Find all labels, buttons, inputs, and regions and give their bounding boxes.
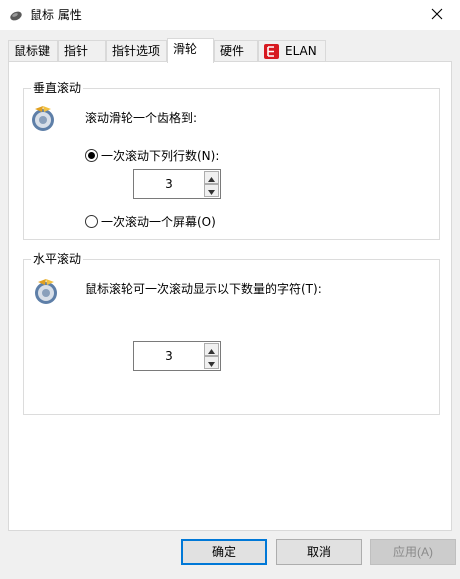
tab-pointer-options[interactable]: 指针选项 (106, 40, 167, 62)
lines-spinner-value[interactable]: 3 (134, 170, 204, 198)
mouse-icon (8, 7, 24, 23)
chars-spinner-value[interactable]: 3 (134, 342, 204, 370)
apply-button[interactable]: 应用(A) (370, 539, 456, 565)
tab-label: 鼠标键 (14, 44, 51, 58)
tab-strip: 鼠标键 指针 指针选项 滑轮 硬件 ELAN (8, 38, 452, 63)
tab-label: 指针 (64, 44, 89, 58)
close-icon (431, 8, 443, 23)
vertical-scroll-description: 滚动滑轮一个齿格到: (85, 111, 198, 125)
tab-label: 滑轮 (173, 42, 198, 56)
caret-up-icon (208, 171, 215, 185)
chars-spin-up-button[interactable] (204, 343, 219, 356)
tab-label: 指针选项 (112, 44, 161, 58)
tab-elan[interactable]: ELAN (258, 40, 326, 62)
tab-wheel[interactable]: 滑轮 (167, 38, 214, 63)
close-button[interactable] (414, 0, 460, 30)
scroll-wheel-icon (33, 278, 59, 306)
wheel-tab-panel: 垂直滚动 滚动滑轮一个齿格到: 一次滚动下列行数(N): 3 一次滚动一个屏幕(… (8, 61, 452, 531)
ok-button[interactable]: 确定 (181, 539, 267, 565)
tab-hardware[interactable]: 硬件 (214, 40, 258, 62)
scroll-screen-label: 一次滚动一个屏幕(O) (101, 215, 216, 229)
tab-label: ELAN (285, 44, 317, 58)
horizontal-scroll-description: 鼠标滚轮可一次滚动显示以下数量的字符(T): (85, 282, 322, 296)
caret-down-icon (208, 356, 215, 370)
chars-spin-down-button[interactable] (204, 356, 219, 369)
mouse-properties-window: 鼠标 属性 鼠标键 指针 指针选项 滑轮 硬件 ELAN 垂直滚动 滚动滑轮一个… (0, 0, 460, 579)
scroll-screen-radio[interactable] (85, 215, 98, 228)
cancel-button[interactable]: 取消 (276, 539, 362, 565)
caret-up-icon (208, 343, 215, 357)
background-strip (0, 571, 460, 579)
elan-logo-icon (264, 44, 279, 59)
tab-buttons[interactable]: 鼠标键 (8, 40, 58, 62)
vertical-scroll-title: 垂直滚动 (31, 80, 84, 96)
vertical-scroll-group: 垂直滚动 滚动滑轮一个齿格到: 一次滚动下列行数(N): 3 一次滚动一个屏幕(… (23, 80, 440, 240)
scroll-wheel-icon (30, 105, 56, 133)
caret-down-icon (208, 184, 215, 198)
chars-spinner[interactable]: 3 (133, 341, 221, 371)
tab-label: 硬件 (220, 44, 245, 58)
scroll-lines-label: 一次滚动下列行数(N): (101, 149, 220, 163)
lines-spin-down-button[interactable] (204, 184, 219, 197)
horizontal-scroll-group: 水平滚动 鼠标滚轮可一次滚动显示以下数量的字符(T): 3 (23, 251, 440, 415)
horizontal-scroll-title: 水平滚动 (31, 251, 84, 267)
lines-spin-up-button[interactable] (204, 171, 219, 184)
scroll-lines-radio[interactable] (85, 149, 98, 162)
lines-spinner[interactable]: 3 (133, 169, 221, 199)
tab-pointers[interactable]: 指针 (58, 40, 106, 62)
title-bar: 鼠标 属性 (0, 0, 460, 30)
window-title: 鼠标 属性 (30, 8, 82, 22)
